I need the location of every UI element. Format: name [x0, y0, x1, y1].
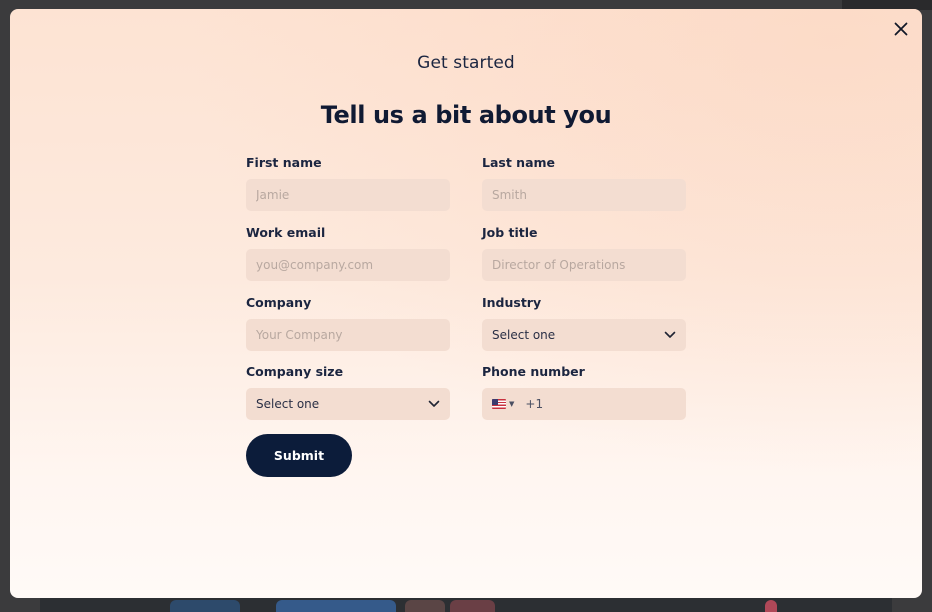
last-name-input[interactable] — [482, 179, 686, 211]
industry-field: Industry Select one — [482, 295, 686, 351]
us-flag-icon[interactable] — [492, 399, 506, 409]
background-chip — [765, 600, 777, 612]
first-name-label: First name — [246, 155, 322, 170]
caret-down-icon: ▼ — [509, 400, 515, 408]
first-name-field: First name — [246, 155, 450, 211]
last-name-label: Last name — [482, 155, 556, 170]
industry-label: Industry — [482, 295, 542, 310]
background-chip — [276, 600, 396, 612]
company-label: Company — [246, 295, 312, 310]
chevron-down-icon — [664, 331, 676, 339]
job-title-input[interactable] — [482, 249, 686, 281]
phone-number-field: Phone number ▼ +1 — [482, 364, 686, 420]
company-size-field: Company size Select one — [246, 364, 450, 420]
company-size-label: Company size — [246, 364, 344, 379]
last-name-field: Last name — [482, 155, 686, 211]
background-chip — [170, 600, 240, 612]
phone-number-label: Phone number — [482, 364, 585, 379]
job-title-field: Job title — [482, 225, 686, 281]
modal-title: Tell us a bit about you — [320, 101, 612, 129]
company-input[interactable] — [246, 319, 450, 351]
industry-select[interactable]: Select one — [482, 319, 686, 351]
get-started-modal: Get started Tell us a bit about you Firs… — [10, 9, 922, 598]
phone-number-input[interactable]: ▼ +1 — [482, 388, 686, 420]
company-size-selected-value: Select one — [256, 397, 320, 411]
background-toolbar — [40, 596, 892, 612]
first-name-input[interactable] — [246, 179, 450, 211]
work-email-input[interactable] — [246, 249, 450, 281]
work-email-field: Work email — [246, 225, 450, 281]
close-icon — [894, 22, 908, 36]
submit-button[interactable]: Submit — [246, 434, 352, 477]
dial-code: +1 — [525, 397, 544, 411]
chevron-down-icon — [428, 400, 440, 408]
close-button[interactable] — [890, 18, 912, 40]
background-chip — [450, 600, 495, 612]
modal-subtitle: Get started — [417, 53, 515, 73]
company-field: Company — [246, 295, 450, 351]
company-size-select[interactable]: Select one — [246, 388, 450, 420]
industry-selected-value: Select one — [492, 328, 556, 342]
work-email-label: Work email — [246, 225, 326, 240]
background-chip — [405, 600, 445, 612]
job-title-label: Job title — [482, 225, 538, 240]
